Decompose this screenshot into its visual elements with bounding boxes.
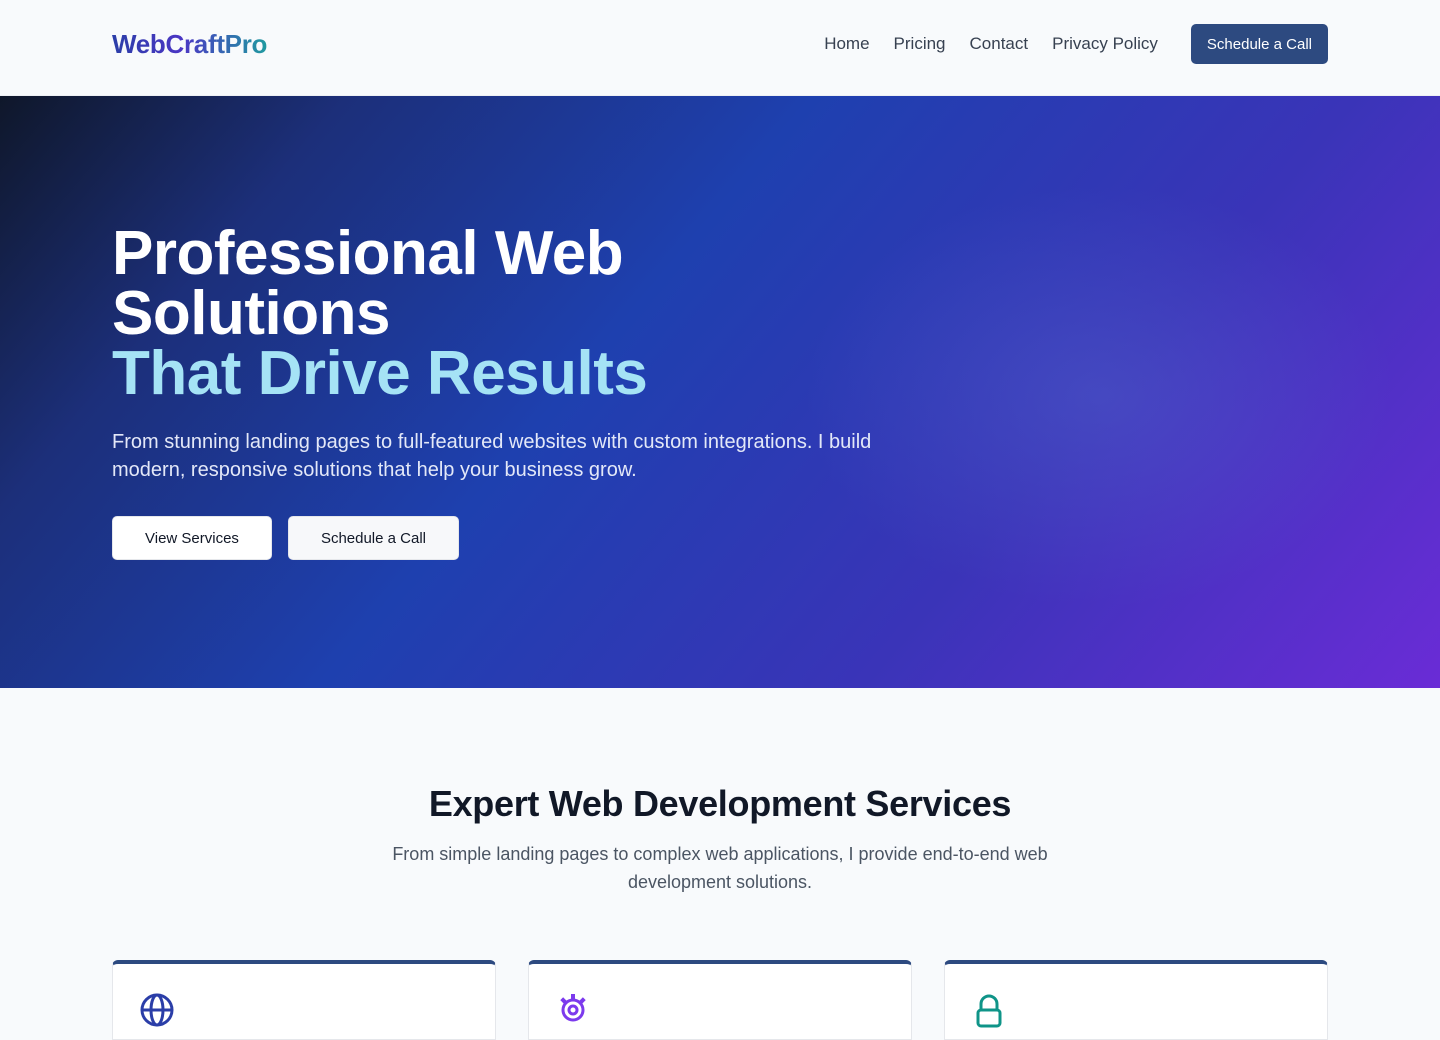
main-nav: Home Pricing Contact Privacy Policy Sche…: [824, 24, 1328, 64]
hero-section: Professional Web Solutions That Drive Re…: [0, 96, 1440, 688]
globe-icon: [140, 993, 174, 1027]
hero-schedule-call-button[interactable]: Schedule a Call: [287, 516, 460, 560]
hero-title-accent: That Drive Results: [112, 339, 648, 408]
logo[interactable]: WebCraftPro: [112, 28, 267, 60]
hero-buttons: View Services Schedule a Call: [112, 516, 475, 560]
hero-subtitle: From stunning landing pages to full-feat…: [112, 431, 872, 481]
service-card-3[interactable]: [944, 960, 1328, 1040]
services-subtitle: From simple landing pages to complex web…: [392, 844, 1048, 892]
nav-link-privacy-policy[interactable]: Privacy Policy: [1052, 24, 1158, 64]
hero-title: Professional Web Solutions That Drive Re…: [112, 219, 872, 408]
site-header: WebCraftPro Home Pricing Contact Privacy…: [0, 0, 1440, 96]
view-services-button[interactable]: View Services: [112, 516, 272, 560]
service-card-1[interactable]: [112, 960, 496, 1040]
nav-link-contact[interactable]: Contact: [970, 24, 1029, 64]
lock-icon: [976, 994, 1002, 1028]
nav-link-pricing[interactable]: Pricing: [894, 24, 946, 64]
gear-icon: [560, 994, 586, 1022]
service-card-2[interactable]: [528, 960, 912, 1040]
hero-title-line-1: Professional Web: [112, 219, 624, 288]
header-schedule-call-button[interactable]: Schedule a Call: [1190, 24, 1328, 64]
services-title: Expert Web Development Services: [428, 783, 1012, 824]
nav-link-home[interactable]: Home: [824, 24, 869, 64]
hero-title-line-2: Solutions: [112, 279, 390, 348]
